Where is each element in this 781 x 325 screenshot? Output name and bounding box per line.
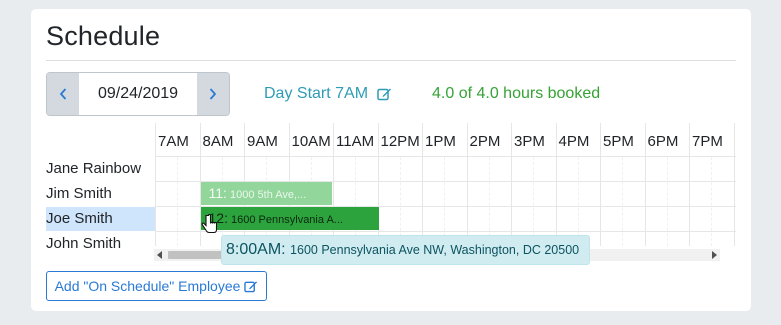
grid-half-hour-line bbox=[533, 157, 535, 246]
next-day-button[interactable] bbox=[197, 73, 229, 115]
hour-label: 10AM bbox=[291, 133, 331, 150]
hour-label: 9AM bbox=[247, 133, 278, 150]
grid-half-hour-line bbox=[666, 157, 668, 246]
grid-half-hour-line bbox=[177, 157, 179, 246]
grid-half-hour-line bbox=[577, 157, 579, 246]
tooltip-time: 8:00AM: bbox=[226, 241, 286, 258]
chevron-right-icon bbox=[209, 88, 217, 100]
hour-label: 2PM bbox=[469, 133, 501, 150]
hour-label: 8 bbox=[734, 133, 737, 150]
hours-booked-status: 4.0 of 4.0 hours booked bbox=[432, 85, 601, 102]
grid-half-hour-line bbox=[711, 157, 713, 246]
hour-label: 7PM bbox=[692, 133, 723, 150]
grid-half-hour-line bbox=[622, 157, 624, 246]
date-input[interactable] bbox=[79, 73, 197, 115]
employee-row-label[interactable]: John Smith bbox=[46, 232, 155, 256]
day-start-label: Day Start 7AM bbox=[264, 85, 369, 102]
employee-row-label[interactable]: Jim Smith bbox=[46, 182, 155, 206]
page-title: Schedule bbox=[46, 21, 161, 51]
grid-half-hour-line bbox=[355, 157, 357, 246]
date-picker bbox=[46, 72, 230, 116]
hour-label: 6PM bbox=[647, 133, 679, 150]
appointment-block[interactable]: 11: 1000 5th Ave,... bbox=[200, 182, 332, 205]
schedule-card: Schedule Day Start 7AM 4.0 of 4.0 hours … bbox=[31, 9, 751, 311]
day-start-link[interactable]: Day Start 7AM bbox=[264, 85, 392, 103]
hour-label: 4PM bbox=[558, 133, 590, 150]
hour-label: 3PM bbox=[514, 133, 545, 150]
employee-row-label[interactable]: Jane Rainbow bbox=[46, 157, 155, 181]
grid-half-hour-line bbox=[444, 157, 446, 246]
hour-label: 1PM bbox=[425, 133, 456, 150]
hour-label: 11AM bbox=[336, 133, 375, 150]
timeline-grid: 7AM 8AM 9AM 10AM 11AM 12PM 1PM 2PM 3PM 4PM 5PM 6PM 7… bbox=[155, 123, 736, 246]
grid-row-line bbox=[155, 231, 736, 232]
hour-label: 7AM bbox=[158, 133, 189, 150]
grid-row-line bbox=[155, 156, 736, 157]
tooltip-address: 1600 Pennsylvania Ave NW, Washington, DC… bbox=[290, 243, 580, 257]
chevron-left-icon bbox=[59, 88, 67, 100]
hour-label: 8AM bbox=[202, 133, 234, 150]
hand-cursor-icon bbox=[201, 214, 218, 234]
appointment-block[interactable]: 12: 1600 Pennsylvania A... bbox=[200, 207, 379, 230]
edit-icon bbox=[244, 280, 258, 292]
add-employee-label: Add "On Schedule" Employee bbox=[54, 278, 241, 294]
prev-day-button[interactable] bbox=[47, 73, 79, 115]
grid-half-hour-line bbox=[488, 157, 490, 246]
hour-label: 5PM bbox=[603, 133, 634, 150]
add-on-schedule-employee-button[interactable]: Add "On Schedule" Employee bbox=[46, 271, 267, 301]
scroll-left-icon[interactable] bbox=[157, 251, 162, 259]
scroll-right-icon[interactable] bbox=[712, 251, 717, 259]
appointment-number: 11: bbox=[208, 185, 227, 201]
edit-icon bbox=[377, 88, 392, 101]
appointment-address: 1000 5th Ave,... bbox=[230, 189, 307, 201]
employee-row-label[interactable]: Joe Smith bbox=[46, 207, 155, 231]
grid-half-hour-line bbox=[399, 157, 401, 246]
title-divider bbox=[46, 60, 736, 61]
hour-label: 12PM bbox=[380, 133, 420, 150]
appointment-tooltip: 8:00AM: 1600 Pennsylvania Ave NW, Washin… bbox=[221, 235, 590, 265]
appointment-address: 1600 Pennsylvania A... bbox=[231, 214, 343, 226]
